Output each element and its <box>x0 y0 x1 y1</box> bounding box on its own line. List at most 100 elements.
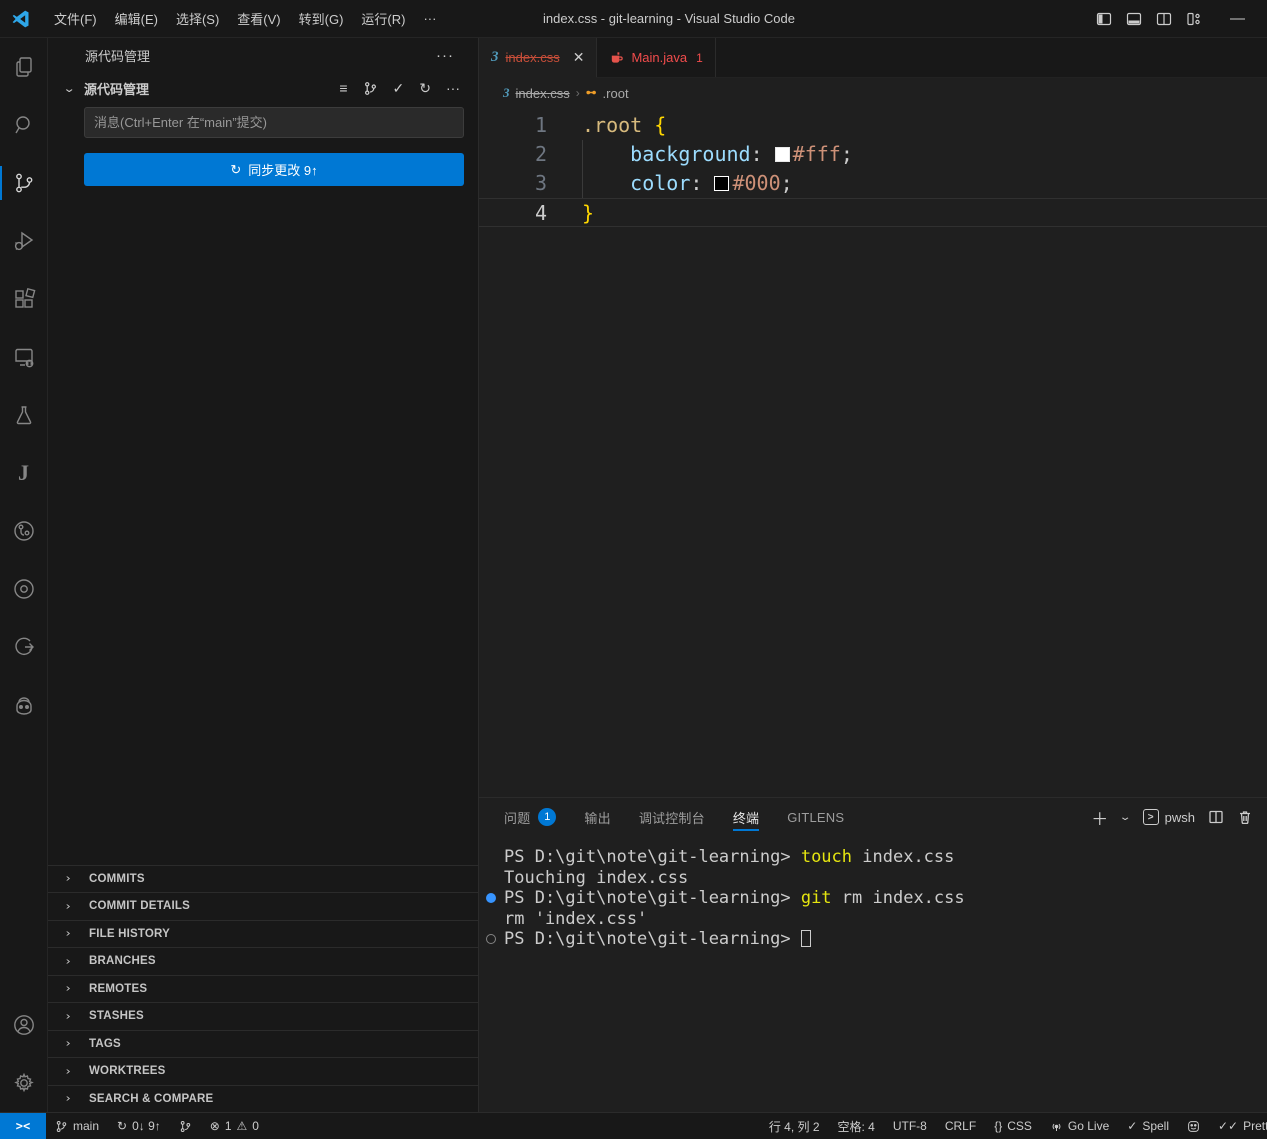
menu-view[interactable]: 查看(V) <box>228 4 289 33</box>
git-graph-icon[interactable] <box>0 618 47 676</box>
color-swatch-white[interactable] <box>775 147 790 162</box>
ai-assistant-icon[interactable] <box>0 676 47 734</box>
menu-more[interactable]: ··· <box>414 6 445 31</box>
double-check-icon: ✓✓ <box>1218 1119 1238 1133</box>
sidebar-more-actions-icon[interactable]: ··· <box>436 47 454 64</box>
panel-tab-output[interactable]: 输出 <box>584 798 610 836</box>
remote-indicator[interactable]: >< <box>0 1113 46 1139</box>
split-terminal-icon[interactable] <box>1208 809 1224 825</box>
encoding[interactable]: UTF-8 <box>884 1113 936 1139</box>
section-remotes[interactable]: ›REMOTES <box>48 975 478 1003</box>
warning-icon: ⚠ <box>237 1119 248 1133</box>
eol-sequence[interactable]: CRLF <box>936 1113 985 1139</box>
code-line: 2 background: #fff; <box>479 140 1267 169</box>
settings-gear-icon[interactable] <box>0 1054 47 1112</box>
terminal-line: PS D:\git\note\git-learning> git rm inde… <box>479 888 1267 909</box>
color-swatch-black[interactable] <box>714 176 729 191</box>
sync-changes-button[interactable]: ↻ 同步更改 9↑ <box>84 153 464 186</box>
search-icon[interactable] <box>0 96 47 154</box>
source-control-icon[interactable] <box>0 154 47 212</box>
panel-tab-bar: 问题1 输出 调试控制台 终端 GITLENS ＋ ⌄ >pwsh <box>479 798 1267 836</box>
vscode-logo-icon <box>11 9 31 29</box>
run-debug-icon[interactable] <box>0 212 47 270</box>
section-commit-details[interactable]: ›COMMIT DETAILS <box>48 892 478 920</box>
menu-run[interactable]: 运行(R) <box>352 4 414 33</box>
close-tab-icon[interactable]: ✕ <box>573 49 585 66</box>
sync-status[interactable]: ↻ 0↓ 9↑ <box>108 1113 170 1139</box>
code-line: 1 .root { <box>479 111 1267 140</box>
menu-file[interactable]: 文件(F) <box>45 4 106 33</box>
scm-graph-icon[interactable] <box>363 81 378 96</box>
terminal-icon: > <box>1143 809 1159 825</box>
chevron-right-icon: › <box>66 1066 88 1077</box>
braces-icon: {} <box>994 1119 1002 1133</box>
css-file-icon: 3 <box>503 85 510 101</box>
terminal-dropdown-icon[interactable]: ⌄ <box>1119 812 1132 823</box>
scm-section-header[interactable]: ⌄ 源代码管理 ≡ ✓ ↻ ··· <box>48 73 478 103</box>
terminal-cursor <box>801 930 811 947</box>
section-file-history[interactable]: ›FILE HISTORY <box>48 920 478 948</box>
panel-tab-problems[interactable]: 问题1 <box>504 798 556 836</box>
git-branch-icon <box>55 1120 68 1133</box>
indentation[interactable]: 空格: 4 <box>829 1113 884 1139</box>
terminal-shell-item[interactable]: >pwsh <box>1143 809 1195 825</box>
testing-beaker-icon[interactable] <box>0 386 47 444</box>
language-mode[interactable]: {}CSS <box>985 1113 1041 1139</box>
gitlens-icon[interactable] <box>0 502 47 560</box>
section-tags[interactable]: ›TAGS <box>48 1030 478 1058</box>
java-projects-icon[interactable]: J <box>0 444 47 502</box>
remote-explorer-icon[interactable] <box>0 328 47 386</box>
section-branches[interactable]: ›BRANCHES <box>48 947 478 975</box>
commit-check-icon[interactable]: ✓ <box>393 80 405 97</box>
view-as-list-icon[interactable]: ≡ <box>339 80 347 96</box>
spell-checker[interactable]: ✓Spell <box>1118 1113 1178 1139</box>
vscode-window: 文件(F) 编辑(E) 选择(S) 查看(V) 转到(G) 运行(R) ··· … <box>0 0 1267 1139</box>
problems-status[interactable]: ⊗ 1 ⚠ 0 <box>201 1113 268 1139</box>
terminal-output[interactable]: PS D:\git\note\git-learning> touch index… <box>479 836 1267 1112</box>
explorer-icon[interactable] <box>0 38 47 96</box>
problems-badge: 1 <box>538 808 556 826</box>
section-worktrees[interactable]: ›WORKTREES <box>48 1057 478 1085</box>
code-line: 3 color: #000; <box>479 169 1267 198</box>
go-live[interactable]: Go Live <box>1041 1113 1118 1139</box>
extensions-icon[interactable] <box>0 270 47 328</box>
editor-tab-bar: 3 index.css ✕ Main.java 1 <box>479 38 1267 78</box>
menu-edit[interactable]: 编辑(E) <box>106 4 167 33</box>
scm-graph-status-icon[interactable] <box>170 1113 201 1139</box>
section-commits[interactable]: ›COMMITS <box>48 865 478 893</box>
panel-tab-terminal[interactable]: 终端 <box>733 798 759 836</box>
breadcrumb-symbol[interactable]: .root <box>603 86 629 101</box>
feedback-smiley-icon[interactable] <box>1178 1113 1209 1139</box>
sidebar-view-title: 源代码管理 <box>85 46 150 65</box>
tab-problem-count: 1 <box>696 51 703 65</box>
refresh-icon[interactable]: ↻ <box>419 80 431 97</box>
prettier-status[interactable]: ✓✓Prett <box>1209 1113 1267 1139</box>
tab-index-css[interactable]: 3 index.css ✕ <box>479 38 597 77</box>
commit-message-input[interactable] <box>84 107 464 138</box>
code-editor[interactable]: 1 .root { 2 background: #fff; 3 color: #… <box>479 108 1267 797</box>
section-stashes[interactable]: ›STASHES <box>48 1002 478 1030</box>
toggle-secondary-sidebar-icon[interactable] <box>1156 11 1172 27</box>
chevron-right-icon: › <box>66 928 88 939</box>
cursor-position[interactable]: 行 4, 列 2 <box>760 1113 829 1139</box>
section-more-icon[interactable]: ··· <box>446 80 460 96</box>
menu-goto[interactable]: 转到(G) <box>290 4 353 33</box>
symbol-class-icon: ꕹ <box>586 85 597 101</box>
status-bar: >< main ↻ 0↓ 9↑ ⊗ 1 ⚠ 0 行 4, 列 2 空格: 4 U… <box>0 1112 1267 1139</box>
check-icon: ✓ <box>1127 1119 1137 1133</box>
panel-tab-gitlens[interactable]: GITLENS <box>787 798 844 836</box>
toggle-sidebar-icon[interactable] <box>1096 11 1112 27</box>
panel-tab-debug-console[interactable]: 调试控制台 <box>639 798 705 836</box>
toggle-panel-icon[interactable] <box>1126 11 1142 27</box>
tab-main-java[interactable]: Main.java 1 <box>597 38 715 77</box>
menu-selection[interactable]: 选择(S) <box>167 4 228 33</box>
section-search-compare[interactable]: ›SEARCH & COMPARE <box>48 1085 478 1113</box>
gitlens-inspect-icon[interactable] <box>0 560 47 618</box>
customize-layout-icon[interactable] <box>1186 11 1202 27</box>
account-icon[interactable] <box>0 996 47 1054</box>
new-terminal-icon[interactable]: ＋ <box>1091 805 1108 830</box>
branch-indicator[interactable]: main <box>46 1113 108 1139</box>
minimize-button[interactable]: — <box>1230 10 1245 27</box>
kill-terminal-trash-icon[interactable] <box>1237 809 1253 825</box>
breadcrumb-file[interactable]: index.css <box>516 86 570 101</box>
